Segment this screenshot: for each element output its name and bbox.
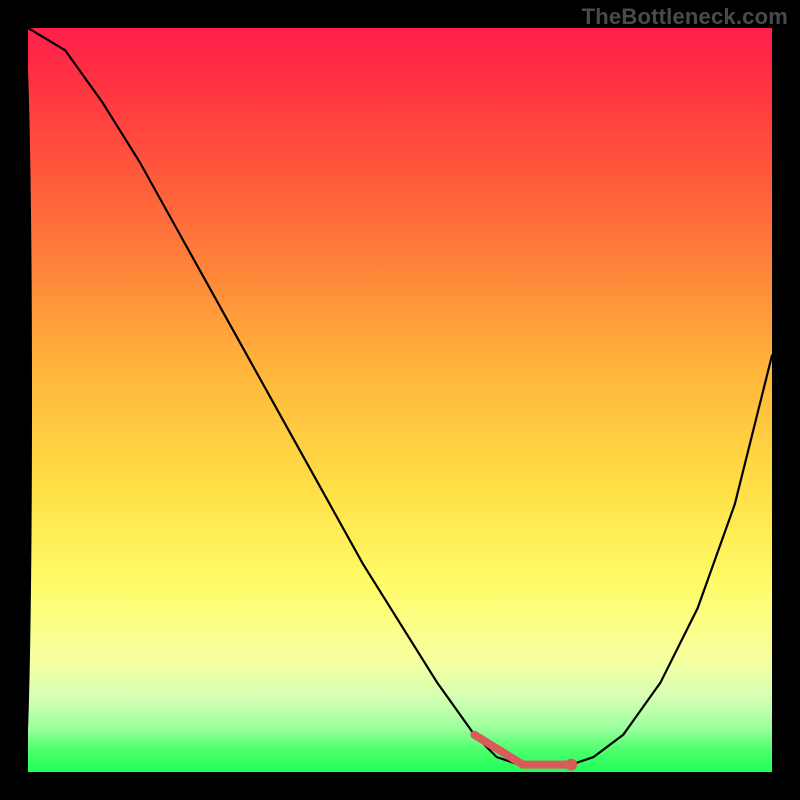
plot-area bbox=[28, 28, 772, 772]
chart-container: TheBottleneck.com bbox=[0, 0, 800, 800]
optimal-point-dot bbox=[565, 759, 577, 771]
bottleneck-curve bbox=[28, 28, 772, 765]
watermark-text: TheBottleneck.com bbox=[582, 4, 788, 30]
curve-svg bbox=[28, 28, 772, 772]
